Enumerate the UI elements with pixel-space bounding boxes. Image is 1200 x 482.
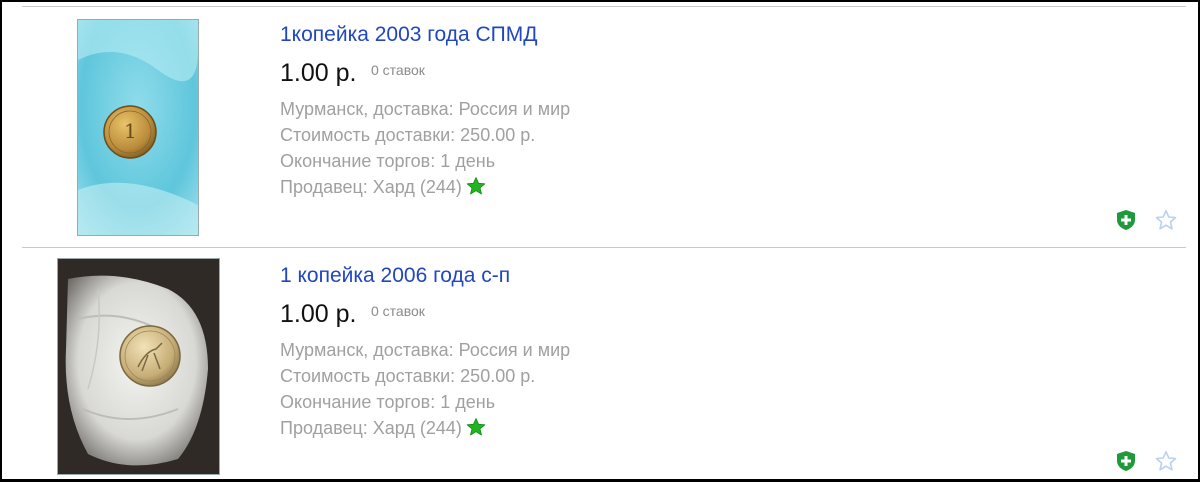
seller-info: Продавец: Хард (244) [280, 174, 486, 203]
seller-info: Продавец: Хард (244) [280, 415, 486, 444]
auction-end: Окончание торгов: 1 день [280, 151, 496, 171]
bid-count: 0 ставок [371, 303, 425, 319]
listing-panel: 1 1копейка 2003 года СПМД 1.00 р. 0 став… [0, 0, 1200, 482]
listing-photo[interactable] [57, 258, 220, 475]
shipping-cost: Стоимость доставки: 250.00 р. [280, 366, 536, 386]
star-outline-icon[interactable] [1155, 209, 1177, 231]
green-star-icon [466, 417, 486, 444]
coin-photo-image [58, 259, 219, 474]
seller-text[interactable]: Продавец: Хард (244) [280, 177, 462, 197]
listing-item: 1 копейка 2006 года с-п 1.00 р. 0 ставок… [2, 248, 1198, 479]
star-outline-icon[interactable] [1155, 450, 1177, 472]
bid-count: 0 ставок [371, 62, 425, 78]
coin-photo-image: 1 [78, 20, 198, 235]
listing-item: 1 1копейка 2003 года СПМД 1.00 р. 0 став… [2, 7, 1198, 245]
listing-price: 1.00 р. [280, 300, 357, 328]
green-star-icon [466, 176, 486, 203]
shield-plus-icon[interactable] [1115, 450, 1137, 472]
listing-location: Мурманск, доставка: Россия и мир [280, 99, 571, 119]
listing-price: 1.00 р. [280, 59, 357, 87]
shipping-cost: Стоимость доставки: 250.00 р. [280, 125, 536, 145]
listing-title-link[interactable]: 1 копейка 2006 года с-п [280, 264, 510, 288]
seller-text[interactable]: Продавец: Хард (244) [280, 418, 462, 438]
svg-text:1: 1 [124, 119, 137, 143]
auction-end: Окончание торгов: 1 день [280, 392, 496, 412]
shield-plus-icon[interactable] [1115, 209, 1137, 231]
listing-location: Мурманск, доставка: Россия и мир [280, 340, 571, 360]
listing-photo[interactable]: 1 [77, 19, 199, 236]
listing-title-link[interactable]: 1копейка 2003 года СПМД [280, 23, 537, 47]
